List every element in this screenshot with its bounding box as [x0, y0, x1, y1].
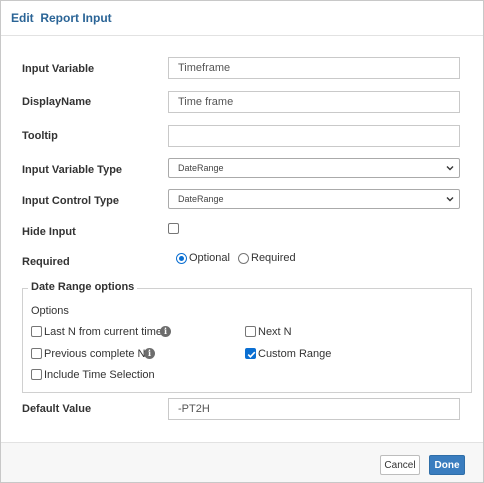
required-radio[interactable] — [238, 253, 249, 264]
chevron-down-icon — [446, 166, 454, 171]
input-variable-type-select[interactable]: DateRange — [168, 158, 460, 178]
input-variable-type-value: DateRange — [178, 163, 224, 173]
last-n-checkbox[interactable] — [31, 326, 42, 337]
required-radio-label: Required — [251, 252, 296, 264]
date-range-options-legend: Date Range options — [28, 281, 138, 293]
include-time-selection-checkbox[interactable] — [31, 369, 42, 380]
input-variable-label: Input Variable — [22, 63, 95, 75]
default-value-field[interactable]: -PT2H — [168, 398, 460, 420]
tooltip-field[interactable] — [168, 125, 460, 147]
include-time-selection-label: Include Time Selection — [44, 369, 155, 381]
edit-report-input-dialog: Edit Report Input Input Variable Timefra… — [0, 0, 484, 483]
info-icon[interactable]: i — [160, 326, 171, 337]
chevron-down-icon — [446, 197, 454, 202]
dialog-header: Edit Report Input — [1, 1, 483, 36]
hide-input-label: Hide Input — [22, 226, 76, 238]
required-label: Required — [22, 256, 70, 268]
display-name-label: DisplayName — [22, 96, 92, 108]
custom-range-label: Custom Range — [258, 348, 332, 360]
input-control-type-select[interactable]: DateRange — [168, 189, 460, 209]
next-n-checkbox[interactable] — [245, 326, 256, 337]
dialog-title: Edit Report Input — [11, 11, 112, 25]
input-variable-type-label: Input Variable Type — [22, 164, 123, 176]
cancel-button[interactable]: Cancel — [380, 455, 420, 475]
input-control-type-label: Input Control Type — [22, 195, 119, 207]
previous-complete-n-label: Previous complete N — [44, 348, 146, 360]
done-button[interactable]: Done — [429, 455, 465, 475]
default-value-label: Default Value — [22, 403, 92, 415]
input-variable-field[interactable]: Timeframe — [168, 57, 460, 79]
hide-input-checkbox[interactable] — [168, 223, 179, 234]
optional-radio-label: Optional — [189, 252, 230, 264]
info-icon[interactable]: i — [144, 348, 155, 359]
custom-range-checkbox[interactable] — [245, 348, 256, 359]
input-control-type-value: DateRange — [178, 194, 224, 204]
next-n-label: Next N — [258, 326, 292, 338]
display-name-field[interactable]: Time frame — [168, 91, 460, 113]
previous-complete-n-checkbox[interactable] — [31, 348, 42, 359]
optional-radio[interactable] — [176, 253, 187, 264]
last-n-label: Last N from current time — [44, 326, 162, 338]
tooltip-label: Tooltip — [22, 130, 58, 142]
checkmark-icon — [247, 351, 256, 358]
options-label: Options — [31, 305, 69, 317]
